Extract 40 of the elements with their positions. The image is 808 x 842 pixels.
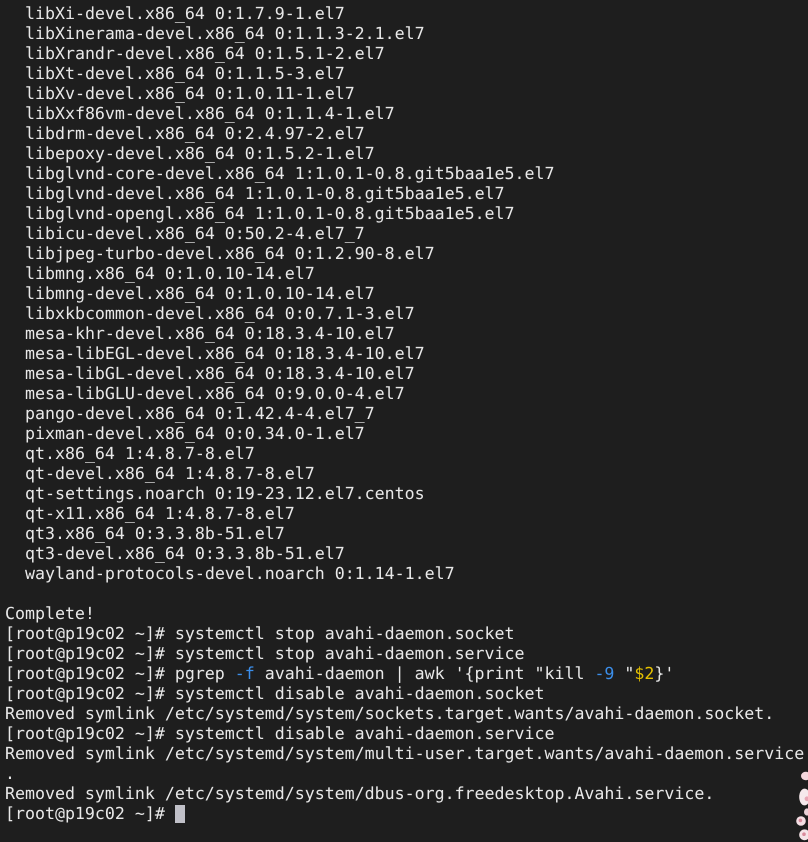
terminal-line: Removed symlink /etc/systemd/system/sockets.target.wants/avahi-daemon.socket. <box>5 704 774 724</box>
package-line: libXinerama-devel.x86_64 0:1.1.3-2.1.el7 <box>25 24 425 44</box>
package-line: libmng-devel.x86_64 0:1.0.10-14.el7 <box>25 284 375 304</box>
package-line: mesa-libEGL-devel.x86_64 0:18.3.4-10.el7 <box>25 344 425 364</box>
package-line: libXxf86vm-devel.x86_64 0:1.1.4-1.el7 <box>25 104 395 124</box>
package-line: mesa-libGLU-devel.x86_64 0:9.0.0-4.el7 <box>25 384 405 404</box>
package-line: qt-x11.x86_64 1:4.8.7-8.el7 <box>25 504 295 524</box>
package-line: libicu-devel.x86_64 0:50.2-4.el7_7 <box>25 224 365 244</box>
terminal-line: [root@p19c02 ~]# systemctl disable avahi-daemon.socket <box>5 684 544 704</box>
package-line: libglvnd-devel.x86_64 1:1.0.1-0.8.git5baa1e5.el7 <box>25 184 505 204</box>
package-line: libepoxy-devel.x86_64 0:1.5.2-1.el7 <box>25 144 375 164</box>
package-line: pixman-devel.x86_64 0:0.34.0-1.el7 <box>25 424 365 444</box>
package-line: mesa-khr-devel.x86_64 0:18.3.4-10.el7 <box>25 324 395 344</box>
package-line: libXv-devel.x86_64 0:1.0.11-1.el7 <box>25 84 355 104</box>
package-line: libglvnd-core-devel.x86_64 1:1.0.1-0.8.git5baa1e5.el7 <box>25 164 554 184</box>
package-line: qt-settings.noarch 0:19-23.12.el7.centos <box>25 484 425 504</box>
package-line: wayland-protocols-devel.noarch 0:1.14-1.el7 <box>25 564 455 584</box>
package-line: qt.x86_64 1:4.8.7-8.el7 <box>25 444 255 464</box>
terminal-line: [root@p19c02 ~]# systemctl stop avahi-daemon.service <box>5 644 524 664</box>
terminal-line: [root@p19c02 ~]# systemctl stop avahi-daemon.socket <box>5 624 515 644</box>
package-line: libXt-devel.x86_64 0:1.1.5-3.el7 <box>25 64 345 84</box>
package-line: libglvnd-opengl.x86_64 1:1.0.1-0.8.git5baa1e5.el7 <box>25 204 515 224</box>
package-line: libdrm-devel.x86_64 0:2.4.97-2.el7 <box>25 124 365 144</box>
terminal-line: Removed symlink /etc/systemd/system/multi-user.target.wants/avahi-daemon.service <box>5 744 804 764</box>
terminal-line: . <box>5 764 15 784</box>
terminal-line: [root@p19c02 ~]# systemctl disable avahi-daemon.service <box>5 724 554 744</box>
package-line: qt3.x86_64 0:3.3.8b-51.el7 <box>25 524 285 544</box>
package-line: qt3-devel.x86_64 0:3.3.8b-51.el7 <box>25 544 345 564</box>
package-line: libXi-devel.x86_64 0:1.7.9-1.el7 <box>25 4 345 24</box>
package-line: libxkbcommon-devel.x86_64 0:0.7.1-3.el7 <box>25 304 415 324</box>
package-line: libXrandr-devel.x86_64 0:1.5.1-2.el7 <box>25 44 385 64</box>
terminal-line: Removed symlink /etc/systemd/system/dbus-org.freedesktop.Avahi.service. <box>5 784 714 804</box>
package-line: libmng.x86_64 0:1.0.10-14.el7 <box>25 264 315 284</box>
terminal-line: Complete! <box>5 604 95 624</box>
package-line: qt-devel.x86_64 1:4.8.7-8.el7 <box>25 464 315 484</box>
terminal-line: [root@p19c02 ~]# pgrep -f avahi-daemon | awk '{print "kill -9 "$2}' <box>5 664 674 684</box>
package-line: mesa-libGL-devel.x86_64 0:18.3.4-10.el7 <box>25 364 415 384</box>
package-line: libjpeg-turbo-devel.x86_64 0:1.2.90-8.el7 <box>25 244 435 264</box>
terminal-line: [root@p19c02 ~]# <box>5 804 165 824</box>
package-line: pango-devel.x86_64 0:1.42.4-4.el7_7 <box>25 404 375 424</box>
